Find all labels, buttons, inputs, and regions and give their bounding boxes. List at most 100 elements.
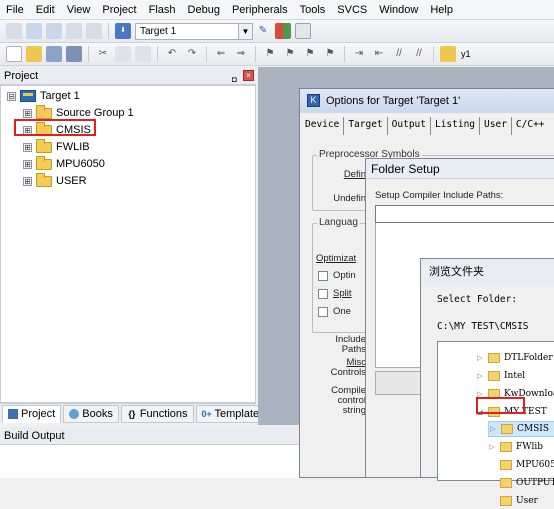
load-icon[interactable]: ⬇ xyxy=(115,23,131,39)
toolbar-separator xyxy=(433,46,434,62)
folder-icon xyxy=(488,353,500,363)
collapse-icon[interactable]: ⊟ xyxy=(7,91,16,101)
menu-file[interactable]: File xyxy=(6,4,24,16)
folder-icon xyxy=(36,155,52,170)
uncomment-icon[interactable]: // xyxy=(411,46,427,62)
select-folder-label: Select Folder: xyxy=(437,294,518,305)
indent-icon[interactable]: ⇥ xyxy=(351,46,367,62)
tab-label: Books xyxy=(82,407,113,420)
menu-flash[interactable]: Flash xyxy=(149,4,176,16)
expand-icon[interactable]: ⊞ xyxy=(23,142,32,152)
bookmark-clear-icon[interactable]: ⚑ xyxy=(322,46,338,62)
tab-device[interactable]: Device xyxy=(301,117,345,135)
folder-icon xyxy=(500,496,512,506)
paste-icon[interactable] xyxy=(135,46,151,62)
menu-edit[interactable]: Edit xyxy=(36,4,55,16)
options-dialog-titlebar: K Options for Target 'Target 1' xyxy=(300,89,554,113)
chevron-down-icon: ▼ xyxy=(238,23,252,39)
bookmark-toggle-icon[interactable]: ⚑ xyxy=(262,46,278,62)
tab-project[interactable]: Project xyxy=(2,404,62,423)
tab-user[interactable]: User xyxy=(480,117,512,135)
tree-item-label: MPU6050 xyxy=(56,158,105,170)
manage-components-icon[interactable] xyxy=(275,23,291,39)
folder-item[interactable]: ▷ FWlib xyxy=(488,439,543,455)
expand-icon[interactable]: ⊞ xyxy=(23,108,32,118)
rebuild-icon[interactable] xyxy=(46,23,62,39)
folder-item-selected[interactable]: ▷ CMSIS xyxy=(488,421,554,437)
templates-icon: 0+ xyxy=(201,408,212,419)
toolbar-separator xyxy=(344,46,345,62)
bookmark-next-icon[interactable]: ⚑ xyxy=(302,46,318,62)
folder-icon xyxy=(500,478,512,488)
file-extensions-icon[interactable] xyxy=(295,23,311,39)
tab-functions[interactable]: {} Functions xyxy=(120,404,194,423)
project-panel-title: Project xyxy=(4,70,39,82)
checkbox-one[interactable] xyxy=(318,307,328,317)
checkbox-optimize[interactable] xyxy=(318,271,328,281)
find-in-files-icon[interactable] xyxy=(440,46,456,62)
selected-path: C:\MY TEST\CMSIS xyxy=(437,321,529,332)
options-wand-icon[interactable]: ✎ xyxy=(255,23,271,39)
tab-target[interactable]: Target xyxy=(344,117,388,135)
toolbar-separator xyxy=(88,46,89,62)
tree-item-mpu6050[interactable]: ⊞ MPU6050 xyxy=(23,155,105,172)
tab-c-cpp[interactable]: C/C++ xyxy=(512,117,549,135)
folder-item[interactable]: MPU6050 xyxy=(488,457,554,473)
open-folder-icon[interactable] xyxy=(26,46,42,62)
tab-listing[interactable]: Listing xyxy=(431,117,481,135)
folder-item[interactable]: ▷ DTLFolder xyxy=(476,350,553,366)
tab-books[interactable]: Books xyxy=(63,404,119,423)
unindent-icon[interactable]: ⇤ xyxy=(371,46,387,62)
menu-peripherals[interactable]: Peripherals xyxy=(232,4,288,16)
menu-help[interactable]: Help xyxy=(430,4,453,16)
nav-back-icon[interactable]: ⇐ xyxy=(213,46,229,62)
expand-icon[interactable]: ⊞ xyxy=(23,159,32,169)
copy-icon[interactable] xyxy=(115,46,131,62)
options-tab-strip: Device Target Output Listing User C/C++ xyxy=(301,117,554,135)
translate-icon[interactable] xyxy=(6,23,22,39)
menu-tools[interactable]: Tools xyxy=(300,4,326,16)
folder-item[interactable]: ▷ Intel xyxy=(476,368,525,384)
folder-icon xyxy=(36,172,52,187)
build-toolbar: ⬇ Target 1 ▼ ✎ xyxy=(0,20,554,43)
books-icon xyxy=(69,408,80,419)
build-icon[interactable] xyxy=(26,23,42,39)
toolbar-separator xyxy=(255,46,256,62)
menu-debug[interactable]: Debug xyxy=(188,4,220,16)
folder-icon xyxy=(36,104,52,119)
batch-build-icon[interactable] xyxy=(66,23,82,39)
menu-svcs[interactable]: SVCS xyxy=(337,4,367,16)
save-icon[interactable] xyxy=(46,46,62,62)
tab-output[interactable]: Output xyxy=(388,117,431,135)
undefine-label: Undefin xyxy=(333,193,366,204)
stop-build-icon[interactable] xyxy=(86,23,102,39)
close-icon[interactable]: × xyxy=(243,70,254,81)
expand-icon[interactable]: ⊞ xyxy=(23,176,32,186)
tree-item-fwlib[interactable]: ⊞ FWLIB xyxy=(23,138,90,155)
nav-forward-icon[interactable]: ⇒ xyxy=(233,46,249,62)
undo-icon[interactable]: ↶ xyxy=(164,46,180,62)
folder-label: DTLFolder xyxy=(504,353,553,363)
tree-item-label: FWLIB xyxy=(56,141,90,153)
new-file-icon[interactable] xyxy=(6,46,22,62)
folder-item[interactable]: OUTPUT xyxy=(488,475,554,491)
save-all-icon[interactable] xyxy=(66,46,82,62)
folder-item[interactable]: User xyxy=(488,493,538,509)
tree-item-user[interactable]: ⊞ USER xyxy=(23,172,87,189)
expand-arrow-icon[interactable]: ▷ xyxy=(476,350,484,366)
find-text[interactable]: y1 xyxy=(461,49,471,59)
include-path-edit[interactable] xyxy=(375,205,554,223)
redo-icon[interactable]: ↷ xyxy=(184,46,200,62)
checkbox-split[interactable] xyxy=(318,289,328,299)
expand-arrow-icon[interactable]: ▷ xyxy=(489,421,497,437)
menu-view[interactable]: View xyxy=(67,4,91,16)
menu-window[interactable]: Window xyxy=(379,4,418,16)
expand-arrow-icon[interactable]: ▷ xyxy=(476,368,484,384)
tree-item-target[interactable]: ⊟ Target 1 xyxy=(7,88,80,104)
bookmark-prev-icon[interactable]: ⚑ xyxy=(282,46,298,62)
comment-icon[interactable]: // xyxy=(391,46,407,62)
target-select[interactable]: Target 1 ▼ xyxy=(135,22,253,40)
menu-project[interactable]: Project xyxy=(102,4,136,16)
cut-icon[interactable]: ✂ xyxy=(95,46,111,62)
expand-arrow-icon[interactable]: ▷ xyxy=(488,439,496,455)
